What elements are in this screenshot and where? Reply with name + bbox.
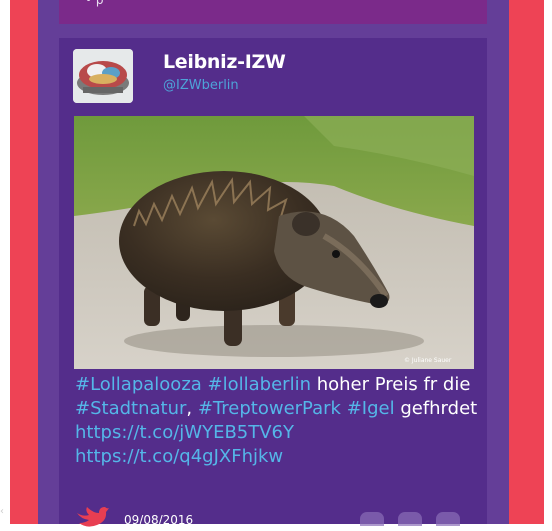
account-name[interactable]: Leibniz-IZW bbox=[163, 51, 286, 73]
tweet-text-part1: hoher Preis fr die bbox=[311, 374, 471, 395]
account-handle[interactable]: @IZWberlin bbox=[163, 78, 239, 93]
tweet-photo[interactable]: © Juliane Sauer bbox=[74, 116, 474, 369]
hedgehog-photo: © Juliane Sauer bbox=[74, 116, 474, 369]
previous-card-text: • p bbox=[85, 0, 104, 7]
tweet-text-part2: gefhrdet bbox=[394, 398, 478, 419]
hashtag-stadtnatur[interactable]: #Stadtnatur bbox=[75, 398, 186, 419]
hashtag-igel[interactable]: #Igel bbox=[347, 398, 395, 419]
left-red-border bbox=[10, 0, 38, 524]
previous-card: • p bbox=[59, 0, 487, 24]
avatar-image bbox=[73, 49, 133, 103]
hashtag-lollapalooza[interactable]: #Lollapalooza bbox=[75, 374, 202, 395]
hashtag-lollaberlin[interactable]: #lollaberlin bbox=[208, 374, 311, 395]
tweet-separator-1: , bbox=[186, 398, 198, 419]
right-red-border bbox=[509, 0, 544, 524]
tweet-link-2[interactable]: https://t.co/q4gJXFhjkw bbox=[75, 446, 283, 467]
tweet-text: #Lollapalooza #lollaberlin hoher Preis f… bbox=[75, 373, 495, 469]
hashtag-treptowerpark[interactable]: #TreptowerPark bbox=[198, 398, 341, 419]
photo-credit: © Juliane Sauer bbox=[404, 357, 452, 364]
tweet-link-1[interactable]: https://t.co/jWYEB5TV6Y bbox=[75, 422, 294, 443]
corner-mark: ‹ bbox=[0, 506, 4, 517]
avatar[interactable] bbox=[73, 49, 133, 103]
tweet-date: 09/08/2016 bbox=[124, 513, 194, 527]
twitter-bird-icon[interactable] bbox=[75, 505, 109, 531]
